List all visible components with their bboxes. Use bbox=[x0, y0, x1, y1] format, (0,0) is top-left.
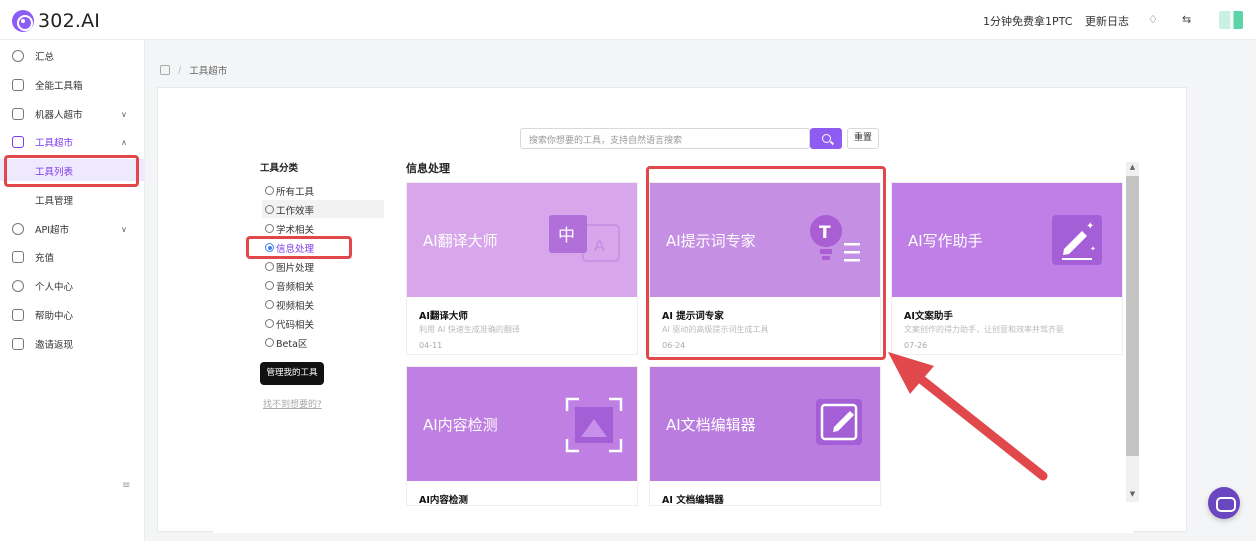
scrollbar-thumb[interactable] bbox=[1126, 176, 1139, 456]
scroll-down-icon[interactable]: ▼ bbox=[1126, 490, 1139, 498]
annotation-arrow bbox=[888, 352, 1048, 481]
chat-button[interactable] bbox=[1208, 487, 1240, 519]
scroll-up-icon[interactable]: ▲ bbox=[1126, 163, 1139, 171]
arrow-shaft bbox=[907, 367, 1048, 481]
